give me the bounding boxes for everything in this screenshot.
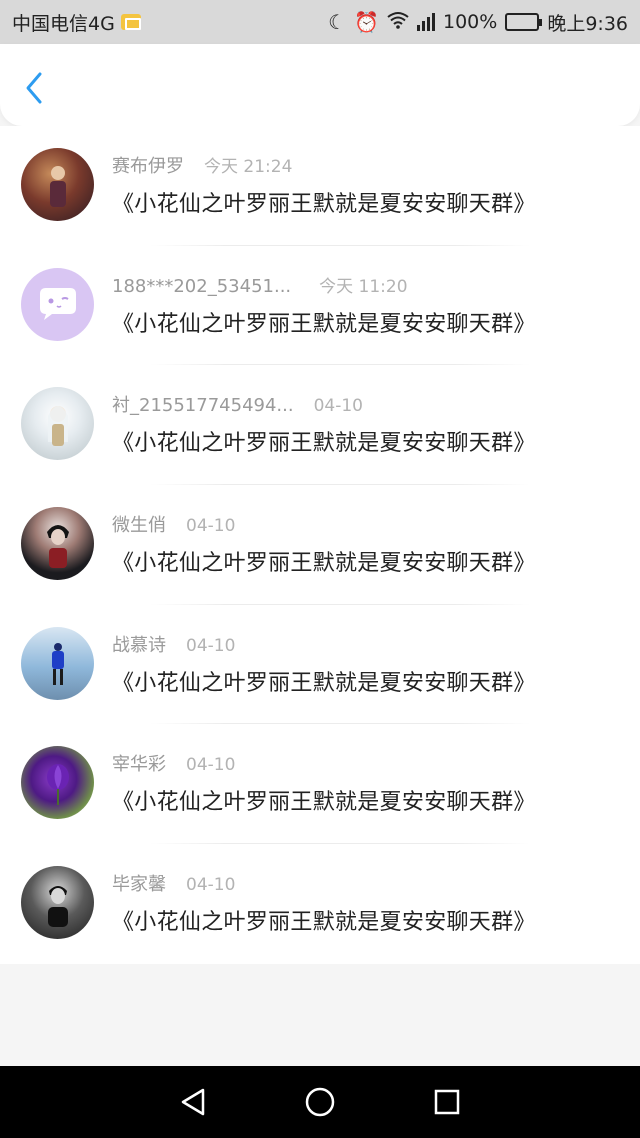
name-row: 衬_215517745494... 04-10: [112, 391, 363, 417]
list-item[interactable]: 188***202_53451... 今天 11:20 《小花仙之叶罗丽王默就是…: [0, 246, 640, 366]
message-text: 《小花仙之叶罗丽王默就是夏安安聊天群》: [112, 910, 536, 936]
user-name: 宰华彩: [112, 754, 166, 776]
message-text: 《小花仙之叶罗丽王默就是夏安安聊天群》: [112, 192, 536, 217]
user-name: 微生俏: [112, 515, 166, 537]
name-row: 微生俏 04-10: [112, 511, 235, 537]
message-time: 04-10: [186, 516, 236, 537]
name-row: 赛布伊罗 今天 21:24: [112, 152, 292, 178]
user-name: 战慕诗: [112, 634, 166, 656]
nav-back-button[interactable]: [175, 1084, 211, 1120]
message-time: 今天 21:24: [204, 157, 293, 177]
list-item[interactable]: 战慕诗 04-10 《小花仙之叶罗丽王默就是夏安安聊天群》: [0, 605, 640, 725]
triangle-back-icon: [182, 1088, 205, 1116]
top-header: [0, 44, 640, 126]
message-text: 《小花仙之叶罗丽王默就是夏安安聊天群》: [112, 551, 536, 577]
nav-recents-button[interactable]: [429, 1084, 465, 1120]
alarm-clock-icon: ⏰: [354, 10, 379, 34]
name-row: 战慕诗 04-10: [112, 631, 235, 657]
nav-home-button[interactable]: [302, 1084, 338, 1120]
square-recents-icon: [434, 1089, 459, 1115]
wifi-icon: [387, 11, 409, 34]
member-list: 赛布伊罗 今天 21:24 《小花仙之叶罗丽王默就是夏安安聊天群》 188***…: [0, 126, 640, 964]
list-item[interactable]: 宰华彩 04-10 《小花仙之叶罗丽王默就是夏安安聊天群》: [0, 724, 640, 845]
name-row: 毕家馨 04-10: [112, 870, 235, 896]
battery-icon: [505, 13, 543, 31]
avatar: [21, 267, 94, 341]
avatar: [21, 746, 94, 820]
name-row: 宰华彩 04-10: [112, 750, 235, 776]
moon-icon: ☾: [328, 10, 347, 34]
status-bar: 中国电信4G ☾ ⏰ 100% 晚上9:36: [0, 0, 640, 44]
system-nav-bar: [0, 1066, 640, 1138]
avatar: [21, 507, 94, 581]
user-name: 衬_215517745494...: [112, 395, 294, 417]
status-left: 中国电信4G: [12, 9, 141, 36]
avatar: [21, 148, 94, 221]
clock-time: 晚上9:36: [547, 12, 628, 35]
carrier-label: 中国电信4G: [12, 12, 115, 35]
list-item[interactable]: 毕家馨 04-10 《小花仙之叶罗丽王默就是夏安安聊天群》: [0, 844, 640, 964]
message-time: 04-10: [186, 755, 236, 776]
avatar: [21, 866, 94, 940]
list-item[interactable]: 衬_215517745494... 04-10 《小花仙之叶罗丽王默就是夏安安聊…: [0, 365, 640, 486]
status-right: ☾ ⏰ 100% 晚上9:36: [328, 9, 628, 36]
message-text: 《小花仙之叶罗丽王默就是夏安安聊天群》: [112, 311, 536, 337]
message-time: 04-10: [186, 635, 236, 656]
chevron-left-icon: [26, 72, 42, 104]
cell-signal-icon: [417, 13, 435, 31]
user-name: 188***202_53451...: [112, 275, 292, 297]
message-time: 04-10: [313, 396, 363, 417]
back-button[interactable]: [18, 70, 50, 106]
name-row: 188***202_53451... 今天 11:20: [112, 272, 408, 297]
list-item[interactable]: 微生俏 04-10 《小花仙之叶罗丽王默就是夏安安聊天群》: [0, 485, 640, 605]
user-name: 毕家馨: [112, 874, 166, 896]
user-name: 赛布伊罗: [112, 156, 184, 177]
sim-card-icon: [120, 14, 141, 30]
message-text: 《小花仙之叶罗丽王默就是夏安安聊天群》: [112, 431, 536, 457]
message-time: 04-10: [186, 875, 236, 896]
list-item[interactable]: 赛布伊罗 今天 21:24 《小花仙之叶罗丽王默就是夏安安聊天群》: [0, 126, 640, 246]
message-text: 《小花仙之叶罗丽王默就是夏安安聊天群》: [112, 670, 536, 696]
avatar: [21, 387, 94, 461]
avatar: [21, 626, 94, 700]
message-text: 《小花仙之叶罗丽王默就是夏安安聊天群》: [112, 790, 536, 816]
circle-home-icon: [305, 1087, 335, 1117]
chat-bubble-icon: [39, 288, 76, 321]
message-time: 今天 11:20: [319, 276, 408, 297]
battery-percent: 100%: [443, 11, 498, 33]
